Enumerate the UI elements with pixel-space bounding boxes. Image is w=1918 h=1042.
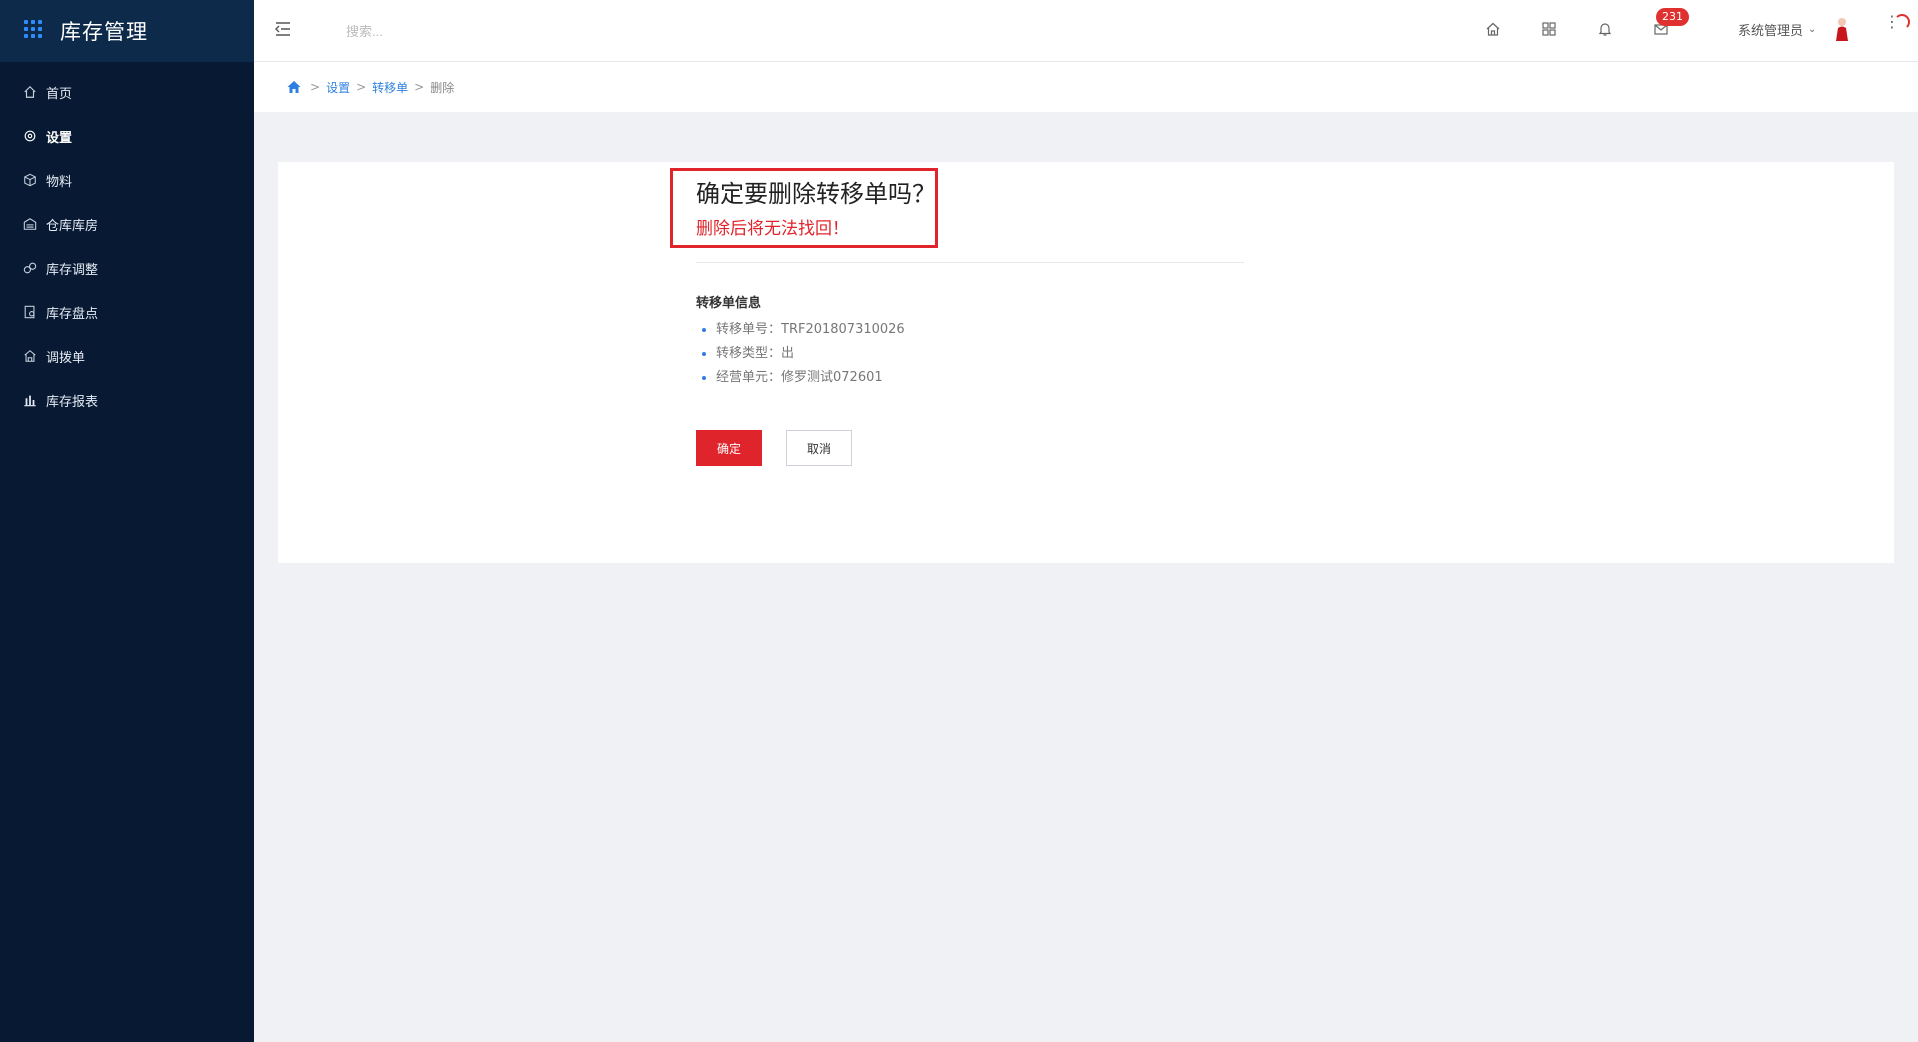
bullet-icon	[702, 376, 706, 380]
app-title: 库存管理	[60, 20, 148, 44]
info-title: 转移单信息	[696, 296, 762, 311]
content-card	[278, 162, 1894, 563]
sidebar-item-materials[interactable]: 物料	[0, 158, 254, 202]
breadcrumb-separator: >	[356, 80, 367, 94]
info-item-transfer-number: 转移单号：TRF201807310026	[702, 318, 905, 342]
avatar[interactable]	[1834, 16, 1850, 42]
inventory-check-icon	[22, 304, 38, 320]
sidebar-item-home[interactable]: 首页	[0, 70, 254, 114]
menu-toggle-icon[interactable]	[274, 20, 292, 38]
breadcrumb-settings[interactable]: 设置	[326, 79, 350, 96]
sidebar-item-label: 调拨单	[46, 350, 86, 366]
transfer-icon	[22, 348, 38, 364]
breadcrumb: > 设置 > 转移单 > 删除	[254, 62, 1918, 112]
info-list: 转移单号：TRF201807310026 转移类型：出 经营单元：修罗测试072…	[702, 318, 905, 390]
info-item-business-unit: 经营单元：修罗测试072601	[702, 366, 905, 390]
breadcrumb-transfer-order[interactable]: 转移单	[372, 79, 408, 96]
gear-icon	[22, 128, 38, 144]
user-name: 系统管理员	[1738, 24, 1804, 39]
sidebar-item-label: 库存盘点	[46, 306, 99, 322]
sidebar-item-label: 库存调整	[46, 262, 99, 278]
brand-header: 库存管理	[0, 0, 254, 62]
apps-grid-icon[interactable]	[24, 20, 46, 42]
home-icon	[22, 84, 38, 100]
cancel-button[interactable]: 取消	[786, 430, 852, 466]
sidebar: 库存管理 首页 设置 物料 仓库库房 库存调整 库存盘点 调拨单 库存报表	[0, 0, 254, 1042]
sidebar-item-stock-adjust[interactable]: 库存调整	[0, 246, 254, 290]
confirm-button[interactable]: 确定	[696, 430, 762, 466]
bullet-icon	[702, 328, 706, 332]
info-item-text: 转移类型：出	[716, 346, 795, 361]
sidebar-item-label: 物料	[46, 174, 73, 190]
sidebar-item-label: 仓库库房	[46, 218, 99, 234]
info-item-text: 经营单元：修罗测试072601	[716, 370, 883, 385]
search-input[interactable]	[344, 18, 604, 44]
divider	[696, 262, 1244, 263]
notification-badge: 231	[1656, 8, 1689, 26]
confirm-title: 确定要删除转移单吗？	[696, 180, 936, 208]
sidebar-item-transfer[interactable]: 调拨单	[0, 334, 254, 378]
sidebar-item-label: 库存报表	[46, 394, 99, 410]
sidebar-item-settings[interactable]: 设置	[0, 114, 254, 158]
breadcrumb-separator: >	[414, 80, 425, 94]
sidebar-item-label: 设置	[46, 130, 73, 146]
bar-chart-icon	[22, 392, 38, 408]
sidebar-item-warehouse[interactable]: 仓库库房	[0, 202, 254, 246]
breadcrumb-current: 删除	[430, 80, 455, 95]
home-icon[interactable]	[286, 79, 302, 95]
sidebar-menu: 首页 设置 物料 仓库库房 库存调整 库存盘点 调拨单 库存报表	[0, 70, 254, 422]
top-bar: 231 系统管理员 ⌄ ⋮	[254, 0, 1918, 62]
cube-icon	[22, 172, 38, 188]
apps-grid-icon[interactable]	[1540, 20, 1558, 38]
adjust-icon	[22, 260, 38, 276]
bullet-icon	[702, 352, 706, 356]
sidebar-item-reports[interactable]: 库存报表	[0, 378, 254, 422]
home-icon[interactable]	[1484, 20, 1502, 38]
info-item-transfer-type: 转移类型：出	[702, 342, 905, 366]
sidebar-item-stock-check[interactable]: 库存盘点	[0, 290, 254, 334]
confirm-warning: 删除后将无法找回！	[696, 219, 849, 239]
loading-spinner-icon	[1894, 14, 1910, 30]
chevron-down-icon: ⌄	[1808, 24, 1817, 35]
warehouse-icon	[22, 216, 38, 232]
info-item-text: 转移单号：TRF201807310026	[716, 322, 905, 337]
breadcrumb-separator: >	[310, 80, 321, 94]
bell-icon[interactable]	[1596, 20, 1614, 38]
sidebar-item-label: 首页	[46, 86, 73, 102]
user-menu[interactable]: 系统管理员 ⌄	[1738, 20, 1816, 39]
